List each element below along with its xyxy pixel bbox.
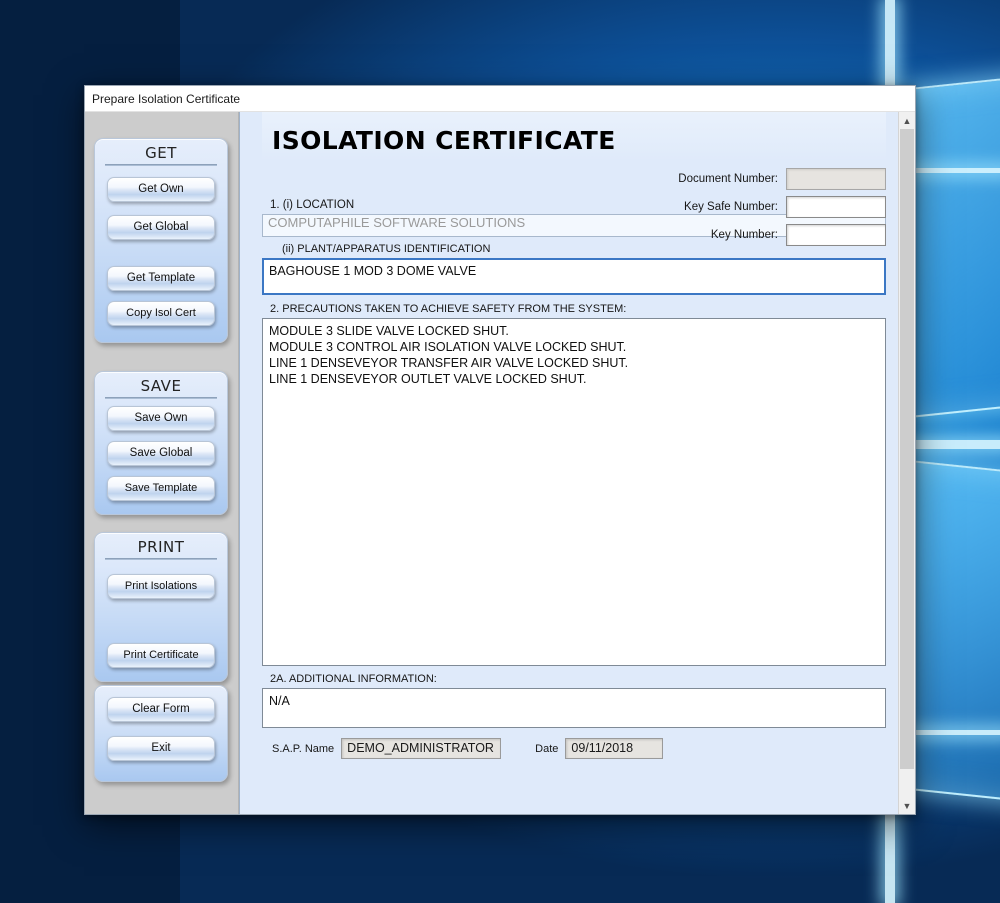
form-scroll-region: ISOLATION CERTIFICATE Document Number: K…	[239, 112, 915, 814]
exit-button[interactable]: Exit	[107, 736, 215, 761]
window-title: Prepare Isolation Certificate	[92, 91, 241, 106]
print-certificate-button[interactable]: Print Certificate	[107, 643, 215, 668]
copy-isol-cert-button[interactable]: Copy Isol Cert	[107, 301, 215, 326]
desktop-wallpaper: Prepare Isolation Certificate GET Get Ow…	[0, 0, 1000, 903]
sidebar-group-save: SAVE Save Own Save Global Save Template	[94, 371, 228, 515]
scrollbar-thumb[interactable]	[900, 129, 914, 769]
sidebar-group-print-title: PRINT	[137, 538, 185, 556]
key-number-label: Key Number:	[710, 229, 778, 241]
key-safe-number-field[interactable]	[786, 196, 886, 218]
scroll-up-icon[interactable]: ▲	[899, 112, 915, 129]
additional-information-label: 2A. ADDITIONAL INFORMATION:	[270, 673, 437, 685]
document-number-field	[786, 168, 886, 190]
scrollbar-track[interactable]	[899, 129, 915, 797]
header-fields: Document Number: Key Safe Number: Key Nu…	[546, 168, 886, 252]
get-global-button[interactable]: Get Global	[107, 215, 215, 240]
date-label: Date	[535, 742, 559, 755]
key-safe-number-row: Key Safe Number:	[546, 196, 886, 218]
form-footer: S.A.P. Name DEMO_ADMINISTRATOR Date 09/1…	[262, 738, 886, 759]
divider	[105, 397, 217, 399]
document-number-row: Document Number:	[546, 168, 886, 190]
key-number-field[interactable]	[786, 224, 886, 246]
get-own-button[interactable]: Get Own	[107, 177, 215, 202]
wallpaper-pane-2	[905, 459, 1000, 811]
wallpaper-pane-1	[905, 67, 1000, 419]
save-own-button[interactable]: Save Own	[107, 406, 215, 431]
save-template-button[interactable]: Save Template	[107, 476, 215, 501]
print-isolations-button[interactable]: Print Isolations	[107, 574, 215, 599]
sidebar-group-actions: Clear Form Exit	[94, 685, 228, 782]
sidebar-group-get: GET Get Own Get Global Get Template Copy…	[94, 138, 228, 343]
window-titlebar: Prepare Isolation Certificate	[85, 86, 915, 112]
vertical-scrollbar[interactable]: ▲ ▼	[898, 112, 915, 814]
document-number-label: Document Number:	[678, 173, 778, 185]
scroll-down-icon[interactable]: ▼	[899, 797, 915, 814]
divider	[105, 164, 217, 166]
clear-form-button[interactable]: Clear Form	[107, 697, 215, 722]
get-template-button[interactable]: Get Template	[107, 266, 215, 291]
divider	[105, 558, 217, 560]
save-global-button[interactable]: Save Global	[107, 441, 215, 466]
sap-name-field: DEMO_ADMINISTRATOR	[341, 738, 502, 759]
window-client-area: GET Get Own Get Global Get Template Copy…	[85, 112, 915, 814]
application-window: Prepare Isolation Certificate GET Get Ow…	[84, 85, 916, 815]
precautions-textarea[interactable]: MODULE 3 SLIDE VALVE LOCKED SHUT. MODULE…	[262, 318, 886, 666]
key-safe-number-label: Key Safe Number:	[684, 201, 778, 213]
precautions-label: 2. PRECAUTIONS TAKEN TO ACHIEVE SAFETY F…	[270, 303, 627, 315]
isolation-certificate-form: ISOLATION CERTIFICATE Document Number: K…	[240, 112, 898, 814]
plant-identification-input[interactable]: BAGHOUSE 1 MOD 3 DOME VALVE	[262, 258, 886, 295]
date-field: 09/11/2018	[565, 738, 664, 759]
additional-information-textarea[interactable]: N/A	[262, 688, 886, 728]
sidebar-group-save-title: SAVE	[140, 377, 182, 395]
sap-name-label: S.A.P. Name	[272, 742, 335, 755]
sidebar-group-get-title: GET	[145, 144, 177, 162]
page-title: ISOLATION CERTIFICATE	[262, 112, 886, 161]
key-number-row: Key Number:	[546, 224, 886, 246]
sidebar-group-print: PRINT Print Isolations Print Certificate	[94, 532, 228, 682]
sidebar: GET Get Own Get Global Get Template Copy…	[85, 112, 239, 814]
